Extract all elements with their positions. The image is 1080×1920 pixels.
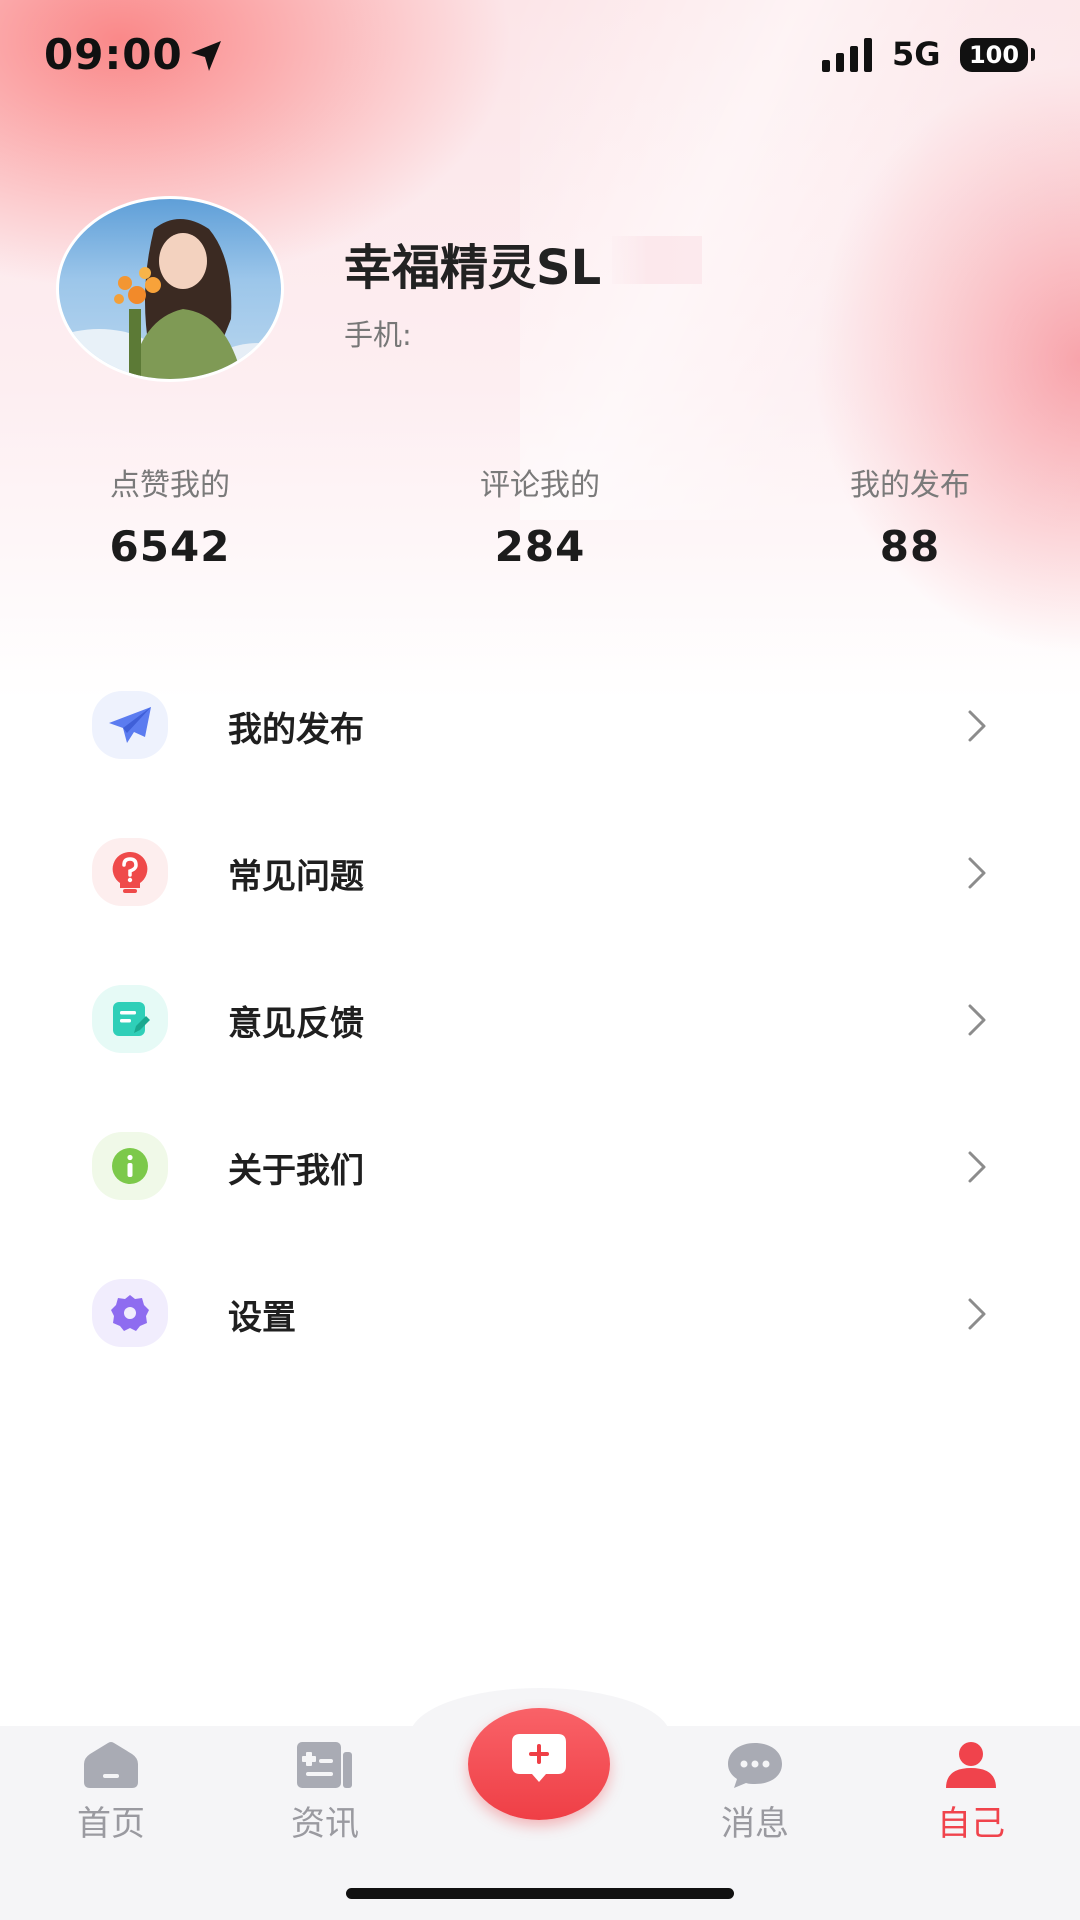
menu-item-faq[interactable]: 常见问题 bbox=[0, 811, 1080, 958]
tab-label: 首页 bbox=[77, 1804, 145, 1844]
menu-item-feedback[interactable]: 意见反馈 bbox=[0, 958, 1080, 1105]
chat-icon bbox=[728, 1743, 782, 1788]
stat-label: 点赞我的 bbox=[110, 468, 230, 503]
stat-comments[interactable]: 评论我的 284 bbox=[410, 460, 670, 571]
user-icon bbox=[946, 1742, 996, 1788]
info-icon bbox=[92, 1132, 168, 1200]
tab-messages[interactable]: 消息 bbox=[680, 1740, 830, 1845]
menu-item-label: 常见问题 bbox=[228, 857, 364, 897]
chevron-right-icon bbox=[968, 1004, 986, 1036]
menu-item-about[interactable]: 关于我们 bbox=[0, 1105, 1080, 1252]
battery-tip bbox=[1031, 48, 1035, 61]
menu-item-label: 关于我们 bbox=[228, 1151, 364, 1191]
battery-level: 100 bbox=[968, 41, 1020, 69]
menu-item-my-posts[interactable]: 我的发布 bbox=[0, 664, 1080, 811]
status-time: 09:00 bbox=[44, 30, 183, 79]
news-icon bbox=[297, 1742, 352, 1788]
tab-home[interactable]: 首页 bbox=[36, 1740, 186, 1845]
network-type: 5G bbox=[892, 35, 941, 73]
chevron-right-icon bbox=[968, 710, 986, 742]
home-icon bbox=[84, 1742, 138, 1788]
menu-item-settings[interactable]: 设置 bbox=[0, 1252, 1080, 1399]
chevron-right-icon bbox=[968, 857, 986, 889]
stat-value: 88 bbox=[879, 522, 941, 571]
stat-label: 我的发布 bbox=[850, 468, 970, 503]
settings-menu: 我的发布 常见问题 意见反馈 关于我们 设置 bbox=[0, 664, 1080, 1399]
username: 幸福精灵SL bbox=[344, 240, 602, 296]
chevron-right-icon bbox=[968, 1151, 986, 1183]
add-post-button[interactable] bbox=[468, 1708, 610, 1820]
avatar-photo bbox=[59, 219, 281, 379]
avatar[interactable] bbox=[56, 196, 284, 382]
menu-item-label: 我的发布 bbox=[228, 710, 364, 750]
tab-profile[interactable]: 自己 bbox=[896, 1740, 1046, 1845]
home-indicator[interactable] bbox=[346, 1888, 734, 1899]
chevron-right-icon bbox=[968, 1298, 986, 1330]
feedback-note-icon bbox=[92, 985, 168, 1053]
gear-icon bbox=[92, 1279, 168, 1347]
tab-label: 资讯 bbox=[291, 1804, 359, 1844]
username-mask bbox=[612, 236, 702, 284]
status-bar: 09:00 5G 100 bbox=[0, 0, 1080, 110]
stat-posts[interactable]: 我的发布 88 bbox=[780, 460, 1040, 571]
menu-item-label: 设置 bbox=[228, 1298, 296, 1338]
stat-value: 284 bbox=[494, 522, 586, 571]
question-bulb-icon bbox=[92, 838, 168, 906]
tab-label: 消息 bbox=[721, 1804, 789, 1844]
location-arrow-icon bbox=[191, 41, 221, 71]
add-post-icon bbox=[512, 1734, 566, 1782]
stat-value: 6542 bbox=[109, 522, 231, 571]
menu-item-label: 意见反馈 bbox=[228, 1004, 364, 1044]
paper-plane-icon bbox=[92, 691, 168, 759]
tab-news[interactable]: 资讯 bbox=[250, 1740, 400, 1845]
phone-label: 手机: bbox=[344, 318, 412, 352]
stat-label: 评论我的 bbox=[480, 468, 600, 503]
cellular-signal-icon bbox=[822, 38, 872, 72]
tab-label: 自己 bbox=[937, 1804, 1005, 1844]
stat-likes[interactable]: 点赞我的 6542 bbox=[40, 460, 300, 571]
battery-indicator: 100 bbox=[960, 38, 1028, 72]
